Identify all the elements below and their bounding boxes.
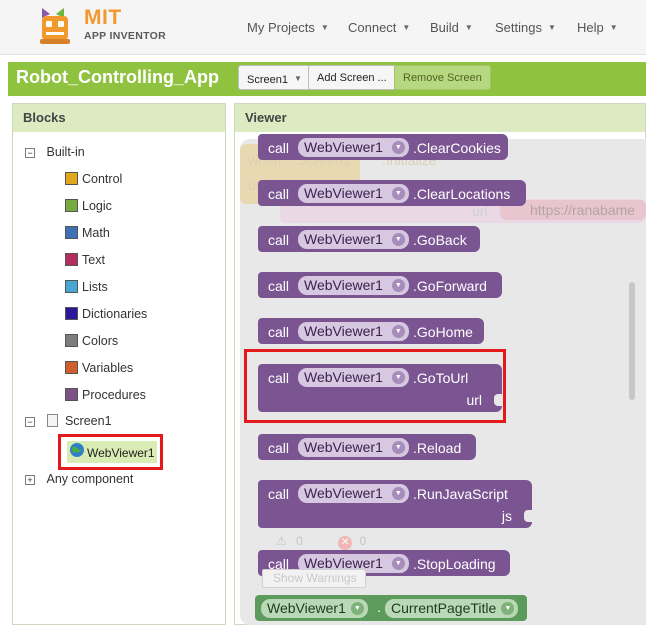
chevron-down-icon: ▼ — [391, 557, 405, 570]
builtin-variables[interactable]: Variables — [65, 361, 133, 375]
warning-icon: ⚠ — [276, 534, 287, 548]
chevron-down-icon: ▼ — [391, 487, 405, 500]
nav-connect[interactable]: Connect ▼ — [348, 20, 410, 35]
category-color-swatch — [65, 253, 78, 266]
method-name: .ClearCookies — [413, 140, 501, 156]
category-color-swatch — [65, 388, 78, 401]
builtin-lists[interactable]: Lists — [65, 280, 108, 294]
chevron-down-icon: ▼ — [464, 23, 473, 32]
component-dropdown[interactable]: WebViewer1 ▼ — [298, 484, 409, 503]
builtin-dictionaries[interactable]: Dictionaries — [65, 307, 147, 321]
builtin-control[interactable]: Control — [65, 172, 122, 186]
project-title: Robot_Controlling_App — [16, 67, 219, 87]
argument-label: js — [501, 508, 512, 524]
component-dropdown[interactable]: WebViewer1 ▼ — [298, 230, 409, 249]
chevron-down-icon: ▼ — [391, 325, 405, 338]
brand-name: MIT — [84, 6, 122, 29]
tree-any-component[interactable]: + Any component — [25, 472, 133, 486]
builtin-text[interactable]: Text — [65, 253, 105, 267]
component-dropdown[interactable]: WebViewer1 ▼ — [298, 322, 409, 341]
builtin-procedures[interactable]: Procedures — [65, 388, 146, 402]
category-color-swatch — [65, 334, 78, 347]
call-block-clearcookies[interactable]: call WebViewer1 ▼ .ClearCookies — [258, 134, 508, 160]
viewer-panel-title: Viewer — [235, 104, 645, 132]
method-name: .Reload — [413, 440, 462, 456]
error-icon: ✕ — [338, 536, 353, 550]
screen-icon — [47, 414, 59, 427]
chevron-down-icon: ▼ — [391, 279, 405, 292]
builtin-logic[interactable]: Logic — [65, 199, 112, 213]
expand-icon[interactable]: + — [25, 475, 35, 485]
category-color-swatch — [65, 307, 78, 320]
show-warnings-button[interactable]: Show Warnings — [262, 569, 366, 588]
builtin-colors[interactable]: Colors — [65, 334, 118, 348]
screen-select-dropdown[interactable]: Screen1 ▼ — [238, 65, 311, 90]
project-toolbar: Robot_Controlling_App Screen1 ▼ Add Scree… — [8, 62, 646, 96]
chevron-down-icon: ▼ — [350, 602, 364, 615]
component-dropdown[interactable]: WebViewer1 ▼ — [298, 184, 409, 203]
component-dropdown[interactable]: WebViewer1 ▼ — [298, 138, 409, 157]
component-dropdown[interactable]: WebViewer1 ▼ — [298, 438, 409, 457]
tree-webviewer1[interactable]: WebViewer1 — [67, 441, 157, 463]
method-name: .GoForward — [413, 278, 487, 294]
nav-build[interactable]: Build ▼ — [430, 20, 473, 35]
nav-settings[interactable]: Settings ▼ — [495, 20, 556, 35]
chevron-down-icon: ▼ — [547, 23, 556, 32]
component-dropdown[interactable]: WebViewer1 ▼ — [298, 276, 409, 295]
method-name: .GoBack — [413, 232, 467, 248]
chevron-down-icon: ▼ — [391, 187, 405, 200]
call-block-runjavascript[interactable]: call WebViewer1 ▼ .RunJavaScript js — [258, 480, 532, 528]
tree-builtin[interactable]: − Built-in — [25, 145, 85, 159]
chevron-down-icon: ▼ — [320, 23, 329, 32]
app-inventor-logo-icon — [40, 8, 70, 44]
input-socket[interactable] — [524, 510, 532, 522]
getter-block-currentpagetitle[interactable]: WebViewer1 ▼ . CurrentPageTitle ▼ — [255, 595, 527, 621]
globe-icon — [70, 443, 84, 457]
chevron-down-icon: ▼ — [391, 441, 405, 454]
nav-help[interactable]: Help ▼ — [577, 20, 618, 35]
category-color-swatch — [65, 361, 78, 374]
tree-screen1[interactable]: − Screen1 — [25, 414, 112, 428]
chevron-down-icon: ▼ — [293, 74, 302, 83]
collapse-icon[interactable]: − — [25, 148, 35, 158]
app-root: MIT APP INVENTOR My Projects ▼ Connect ▼ B… — [0, 0, 646, 625]
workspace-scrollbar[interactable] — [629, 282, 635, 400]
call-block-clearlocations[interactable]: call WebViewer1 ▼ .ClearLocations — [258, 180, 526, 206]
getter-property-dropdown[interactable]: CurrentPageTitle ▼ — [385, 599, 519, 618]
blocks-panel-title: Blocks — [13, 104, 225, 132]
add-screen-button[interactable]: Add Screen ... — [308, 65, 396, 90]
gotourl-highlight-box — [244, 349, 506, 423]
warning-indicator: ⚠ 0 ✕ 0 — [276, 534, 367, 550]
getter-component-dropdown[interactable]: WebViewer1 ▼ — [261, 599, 368, 618]
call-block-reload[interactable]: call WebViewer1 ▼ .Reload — [258, 434, 476, 460]
category-color-swatch — [65, 226, 78, 239]
chevron-down-icon: ▼ — [501, 602, 515, 615]
category-color-swatch — [65, 280, 78, 293]
category-color-swatch — [65, 172, 78, 185]
call-block-goforward[interactable]: call WebViewer1 ▼ .GoForward — [258, 272, 502, 298]
top-navigation-bar: MIT APP INVENTOR My Projects ▼ Connect ▼ B… — [0, 0, 646, 55]
call-block-gohome[interactable]: call WebViewer1 ▼ .GoHome — [258, 318, 484, 344]
component-highlight-box: WebViewer1 — [58, 434, 163, 470]
method-name: .ClearLocations — [413, 186, 511, 202]
chevron-down-icon: ▼ — [391, 141, 405, 154]
nav-my-projects[interactable]: My Projects ▼ — [247, 20, 329, 35]
call-block-goback[interactable]: call WebViewer1 ▼ .GoBack — [258, 226, 480, 252]
ghost-url-value: https://ranabame — [530, 202, 636, 218]
remove-screen-button[interactable]: Remove Screen — [394, 65, 491, 90]
chevron-down-icon: ▼ — [391, 233, 405, 246]
brand-subtitle: APP INVENTOR — [84, 30, 166, 42]
collapse-icon[interactable]: − — [25, 417, 35, 427]
method-name: .RunJavaScript — [413, 486, 508, 502]
chevron-down-icon: ▼ — [402, 23, 411, 32]
blocks-panel: Blocks − Built-in − Screen1 WebViewer1 +… — [12, 103, 226, 625]
chevron-down-icon: ▼ — [609, 23, 618, 32]
method-name: .StopLoading — [413, 556, 496, 572]
category-color-swatch — [65, 199, 78, 212]
method-name: .GoHome — [413, 324, 473, 340]
builtin-math[interactable]: Math — [65, 226, 110, 240]
